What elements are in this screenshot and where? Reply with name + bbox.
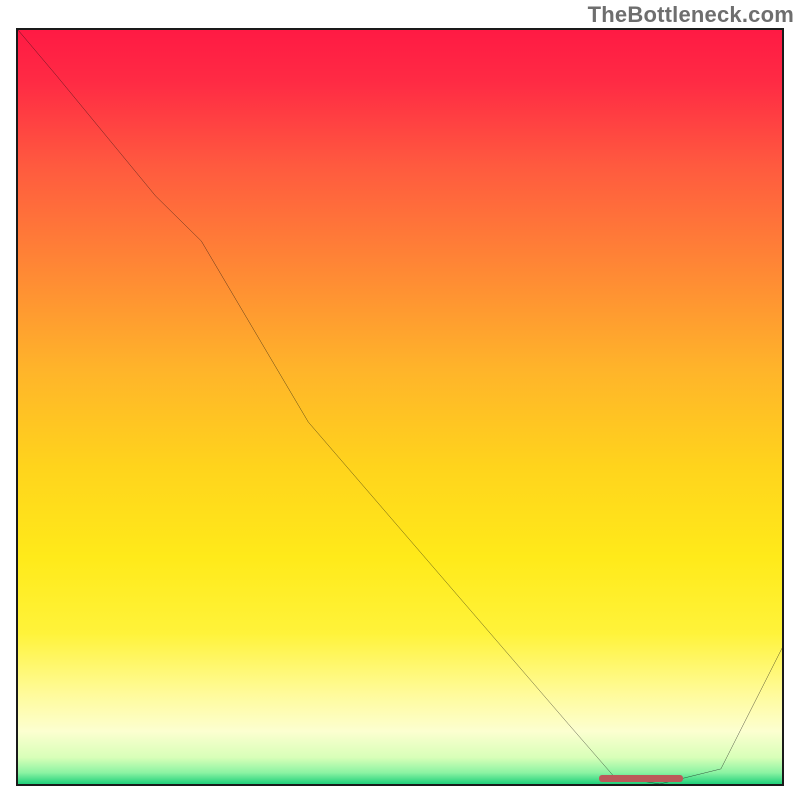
background-gradient	[18, 30, 782, 784]
chart-canvas: TheBottleneck.com	[0, 0, 800, 800]
optimal-range-marker	[599, 775, 683, 782]
watermark-text: TheBottleneck.com	[588, 2, 794, 28]
plot-area	[16, 28, 784, 786]
